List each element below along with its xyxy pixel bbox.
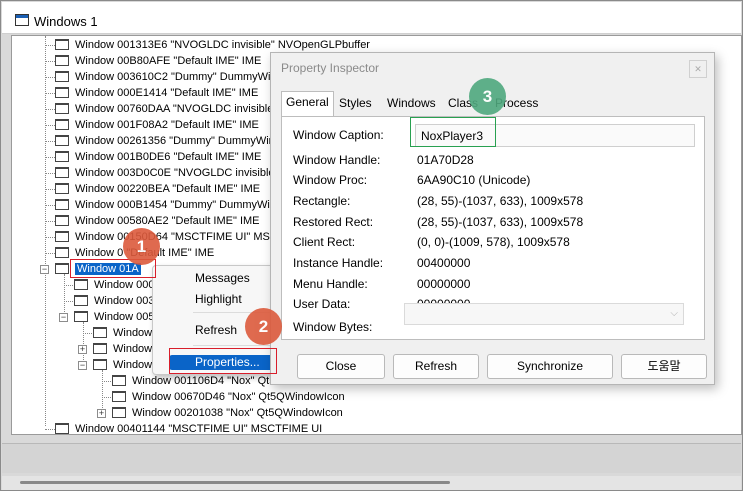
tree-row[interactable]: Window 000B1454 "Dummy" DummyWin bbox=[45, 198, 276, 213]
tree-row[interactable]: Window 001106D4 "Nox" Qt5 bbox=[102, 374, 275, 389]
tree-row[interactable]: Window 001F08A2 "Default IME" IME bbox=[45, 118, 259, 133]
step-badge-3: 3 bbox=[469, 78, 506, 115]
tree-row[interactable]: Window 001313E6 "NVOGLDC invisible" NVOp… bbox=[45, 38, 370, 53]
tree-row[interactable]: Window 003E bbox=[64, 294, 162, 309]
window-icon bbox=[55, 231, 69, 242]
tree-row[interactable]: Window 00401144 "MSCTFIME UI" MSCTFIME U… bbox=[45, 422, 322, 434]
window-icon bbox=[55, 423, 69, 434]
window-icon bbox=[55, 183, 69, 194]
tab-title: Windows 1 bbox=[34, 14, 98, 29]
menu-item-highlight[interactable]: Highlight bbox=[195, 292, 242, 306]
tree-row[interactable]: Window 0053 bbox=[74, 310, 161, 325]
tree-row[interactable]: Window 003D0C0E "NVOGLDC invisible" bbox=[45, 166, 278, 181]
tree-row[interactable]: Window 00760DAA "NVOGLDC invisible" bbox=[45, 102, 277, 117]
window-icon bbox=[74, 311, 88, 322]
proc-label: Window Proc: bbox=[293, 173, 368, 187]
highlight-box-properties bbox=[169, 348, 277, 374]
menu-handle-label: Menu Handle: bbox=[293, 277, 368, 291]
client-rect-label: Client Rect: bbox=[293, 235, 356, 249]
window-icon bbox=[55, 263, 69, 274]
window-icon bbox=[55, 135, 69, 146]
window-icon bbox=[93, 343, 107, 354]
help-button[interactable]: 도움말 bbox=[621, 354, 707, 379]
tree-row[interactable]: Window 000E1414 "Default IME" IME bbox=[45, 86, 258, 101]
window-icon bbox=[55, 119, 69, 130]
expand-toggle[interactable]: + bbox=[97, 409, 106, 418]
window-tab[interactable]: Windows 1 bbox=[2, 2, 741, 34]
highlight-box-caption bbox=[410, 117, 496, 147]
synchronize-button[interactable]: Synchronize bbox=[487, 354, 613, 379]
tree-row[interactable]: Window 00201038 "Nox" Qt5QWindowIcon bbox=[112, 406, 343, 421]
window-icon bbox=[112, 407, 126, 418]
close-icon[interactable]: ✕ bbox=[689, 60, 707, 78]
menu-item-refresh[interactable]: Refresh bbox=[195, 323, 237, 337]
window-icon bbox=[74, 295, 88, 306]
window-icon bbox=[74, 279, 88, 290]
tree-row[interactable]: Window 00150D64 "MSCTFIME UI" MSC bbox=[45, 230, 278, 245]
scrollbar-thumb[interactable] bbox=[20, 481, 450, 484]
window-icon bbox=[55, 215, 69, 226]
menu-item-messages[interactable]: Messages bbox=[195, 271, 250, 285]
window-icon bbox=[112, 375, 126, 386]
step-badge-1: 1 bbox=[123, 228, 160, 265]
step-badge-2: 2 bbox=[245, 308, 282, 345]
window-icon bbox=[93, 359, 107, 370]
chevron-down-icon: ⌵ bbox=[670, 308, 678, 319]
user-data-label: User Data: bbox=[293, 297, 351, 311]
window-icon bbox=[112, 391, 126, 402]
status-area bbox=[2, 443, 741, 473]
window-icon bbox=[55, 103, 69, 114]
expand-toggle[interactable]: + bbox=[78, 345, 87, 354]
collapse-toggle[interactable]: − bbox=[40, 265, 49, 274]
tree-row[interactable]: Window 00261356 "Dummy" DummyWin bbox=[45, 134, 275, 149]
dialog-title: Property Inspector bbox=[281, 61, 380, 75]
window-icon bbox=[55, 39, 69, 50]
rectangle-value: (28, 55)-(1037, 633), 1009x578 bbox=[417, 194, 584, 208]
tree-row[interactable]: Window 00220BEA "Default IME" IME bbox=[45, 182, 260, 197]
window-icon bbox=[93, 327, 107, 338]
tab-styles[interactable]: Styles bbox=[335, 93, 376, 115]
refresh-button[interactable]: Refresh bbox=[393, 354, 479, 379]
tree-row[interactable]: Window 0003 bbox=[64, 278, 161, 293]
horizontal-scrollbar[interactable] bbox=[2, 476, 741, 490]
tab-general[interactable]: General bbox=[281, 91, 334, 117]
collapse-toggle[interactable]: − bbox=[59, 313, 68, 322]
client-rect-value: (0, 0)-(1009, 578), 1009x578 bbox=[417, 235, 570, 249]
window-icon bbox=[55, 151, 69, 162]
collapse-toggle[interactable]: − bbox=[78, 361, 87, 370]
proc-value: 6AA90C10 (Unicode) bbox=[417, 173, 531, 187]
tree-row[interactable]: Window 00670D46 "Nox" Qt5QWindowIcon bbox=[102, 390, 345, 405]
instance-handle-value: 00400000 bbox=[417, 256, 471, 270]
tab-windows[interactable]: Windows bbox=[383, 93, 440, 115]
instance-handle-label: Instance Handle: bbox=[293, 256, 384, 270]
tree-row[interactable]: Window 0 bbox=[83, 326, 161, 341]
menu-handle-value: 00000000 bbox=[417, 277, 471, 291]
tree-row[interactable]: Window 003610C2 "Dummy" DummyWin bbox=[45, 70, 277, 85]
window-icon bbox=[55, 55, 69, 66]
handle-label: Window Handle: bbox=[293, 153, 381, 167]
window-bytes-label: Window Bytes: bbox=[293, 320, 373, 334]
tree-row[interactable]: Window 00B80AFE "Default IME" IME bbox=[45, 54, 261, 69]
close-button[interactable]: Close bbox=[297, 354, 385, 379]
restored-rect-value: (28, 55)-(1037, 633), 1009x578 bbox=[417, 215, 584, 229]
handle-value: 01A70D28 bbox=[417, 153, 474, 167]
window-icon bbox=[55, 87, 69, 98]
tree-row[interactable]: Window 001B0DE6 "Default IME" IME bbox=[45, 150, 261, 165]
window-icon bbox=[55, 167, 69, 178]
window-icon bbox=[55, 199, 69, 210]
window-icon bbox=[15, 14, 29, 26]
window-bytes-dropdown[interactable]: ⌵ bbox=[404, 303, 684, 325]
restored-rect-label: Restored Rect: bbox=[293, 215, 374, 229]
caption-label: Window Caption: bbox=[293, 128, 384, 142]
window-icon bbox=[55, 247, 69, 258]
tree-row[interactable]: Window 00580AE2 "Default IME" IME bbox=[45, 214, 260, 229]
window-icon bbox=[55, 71, 69, 82]
rectangle-label: Rectangle: bbox=[293, 194, 351, 208]
